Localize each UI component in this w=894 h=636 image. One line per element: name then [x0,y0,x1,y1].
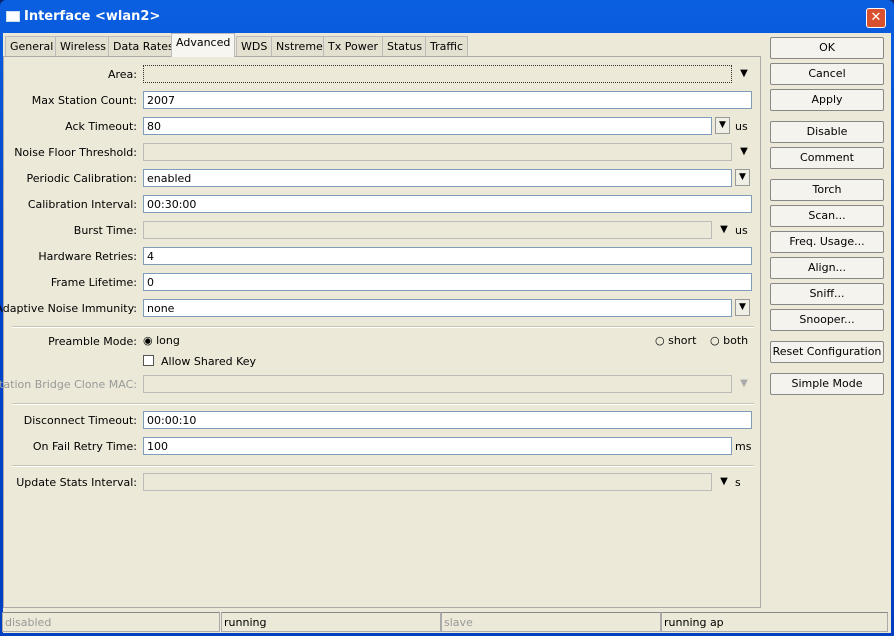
tab-general[interactable]: General [5,36,59,56]
disable-button[interactable]: Disable [770,121,884,143]
tab-tx-power[interactable]: Tx Power [323,36,383,56]
noise-floor-threshold-input[interactable] [143,143,732,161]
close-button[interactable]: ✕ [866,8,886,28]
preamble-long-radio[interactable]: ◉ long [143,334,180,347]
preamble-short-radio[interactable]: ○ short [655,334,696,347]
checkbox-icon [143,355,154,366]
scan-button[interactable]: Scan... [770,205,884,227]
align-button[interactable]: Align... [770,257,884,279]
calibration-interval-label: Calibration Interval: [27,198,137,211]
tab-traffic[interactable]: Traffic [425,36,469,56]
update-stats-dropdown-icon[interactable]: ▼ [717,475,731,489]
cancel-button[interactable]: Cancel [770,63,884,85]
frame-lifetime-input[interactable]: 0 [143,273,752,291]
tab-wireless[interactable]: Wireless [55,36,112,56]
burst-time-dropdown-icon[interactable]: ▼ [717,223,731,237]
on-fail-retry-time-input[interactable]: 100 [143,437,732,455]
disconnect-timeout-input[interactable]: 00:00:10 [143,411,752,429]
tab-status[interactable]: Status [382,36,428,56]
sniff-button[interactable]: Sniff... [770,283,884,305]
tab-advanced[interactable]: Advanced [171,33,236,57]
update-stats-interval-label: Update Stats Interval: [16,476,137,489]
area-select[interactable] [143,65,732,83]
separator [12,326,754,328]
window-title: Interface <wlan2> [24,9,161,24]
area-dropdown-icon[interactable]: ▼ [737,67,751,81]
preamble-both-radio[interactable]: ○ both [710,334,748,347]
ack-timeout-unit: us [735,120,748,133]
station-bridge-clone-mac-label: Station Bridge Clone MAC: [0,378,137,391]
comment-button[interactable]: Comment [770,147,884,169]
torch-button[interactable]: Torch [770,179,884,201]
title-bar[interactable]: Interface <wlan2> ✕ [0,0,894,32]
periodic-calibration-select[interactable]: enabled [143,169,732,187]
burst-time-label: Burst Time: [73,224,137,237]
interface-window: Interface <wlan2> ✕ General Wireless Dat… [0,0,894,636]
radio-icon: ○ [710,334,720,347]
on-fail-retry-time-unit: ms [735,440,752,453]
noise-floor-dropdown-icon[interactable]: ▼ [737,145,751,159]
on-fail-retry-time-label: On Fail Retry Time: [32,440,137,453]
advanced-panel: Area: ▼ Max Station Count: 2007 Ack Time… [0,56,761,608]
tab-wds[interactable]: WDS [236,36,273,56]
periodic-calibration-dropdown-icon[interactable]: ▼ [735,169,750,186]
update-stats-interval-input[interactable] [143,473,712,491]
station-bridge-clone-mac-input [143,375,732,393]
radio-icon: ○ [655,334,665,347]
radio-selected-icon: ◉ [143,334,153,347]
ack-timeout-label: Ack Timeout: [65,120,137,133]
periodic-calibration-label: Periodic Calibration: [26,172,137,185]
apply-button[interactable]: Apply [770,89,884,111]
tab-nstreme[interactable]: Nstreme [271,36,328,56]
noise-floor-threshold-label: Noise Floor Threshold: [14,146,137,159]
hardware-retries-input[interactable]: 4 [143,247,752,265]
simple-mode-button[interactable]: Simple Mode [770,373,884,395]
area-label: Area: [107,68,137,81]
separator [12,465,754,467]
update-stats-interval-unit: s [735,476,741,489]
reset-configuration-button[interactable]: Reset Configuration [770,341,884,363]
max-station-count-input[interactable]: 2007 [143,91,752,109]
ack-timeout-input[interactable]: 80 [143,117,712,135]
preamble-mode-label: Preamble Mode: [48,335,137,348]
adaptive-noise-immunity-dropdown-icon[interactable]: ▼ [735,299,750,316]
status-enabled: disabled [2,612,220,632]
disconnect-timeout-label: Disconnect Timeout: [23,414,137,427]
tab-data-rates[interactable]: Data Rates [108,36,179,56]
adaptive-noise-immunity-select[interactable]: none [143,299,732,317]
calibration-interval-input[interactable]: 00:30:00 [143,195,752,213]
burst-time-unit: us [735,224,748,237]
freq-usage-button[interactable]: Freq. Usage... [770,231,884,253]
status-mode: running ap [661,612,888,632]
separator [12,403,754,405]
burst-time-input[interactable] [143,221,712,239]
status-slave: slave [441,612,661,632]
max-station-count-label: Max Station Count: [31,94,137,107]
adaptive-noise-immunity-label: Adaptive Noise Immunity: [0,302,137,315]
station-bridge-dropdown-icon: ▼ [740,378,748,389]
snooper-button[interactable]: Snooper... [770,309,884,331]
hardware-retries-label: Hardware Retries: [38,250,137,263]
allow-shared-key-checkbox[interactable]: Allow Shared Key [143,355,256,368]
status-running: running [221,612,441,632]
frame-lifetime-label: Frame Lifetime: [50,276,137,289]
ok-button[interactable]: OK [770,37,884,59]
ack-timeout-dropdown-icon[interactable]: ▼ [715,117,730,134]
window-icon [6,11,20,22]
